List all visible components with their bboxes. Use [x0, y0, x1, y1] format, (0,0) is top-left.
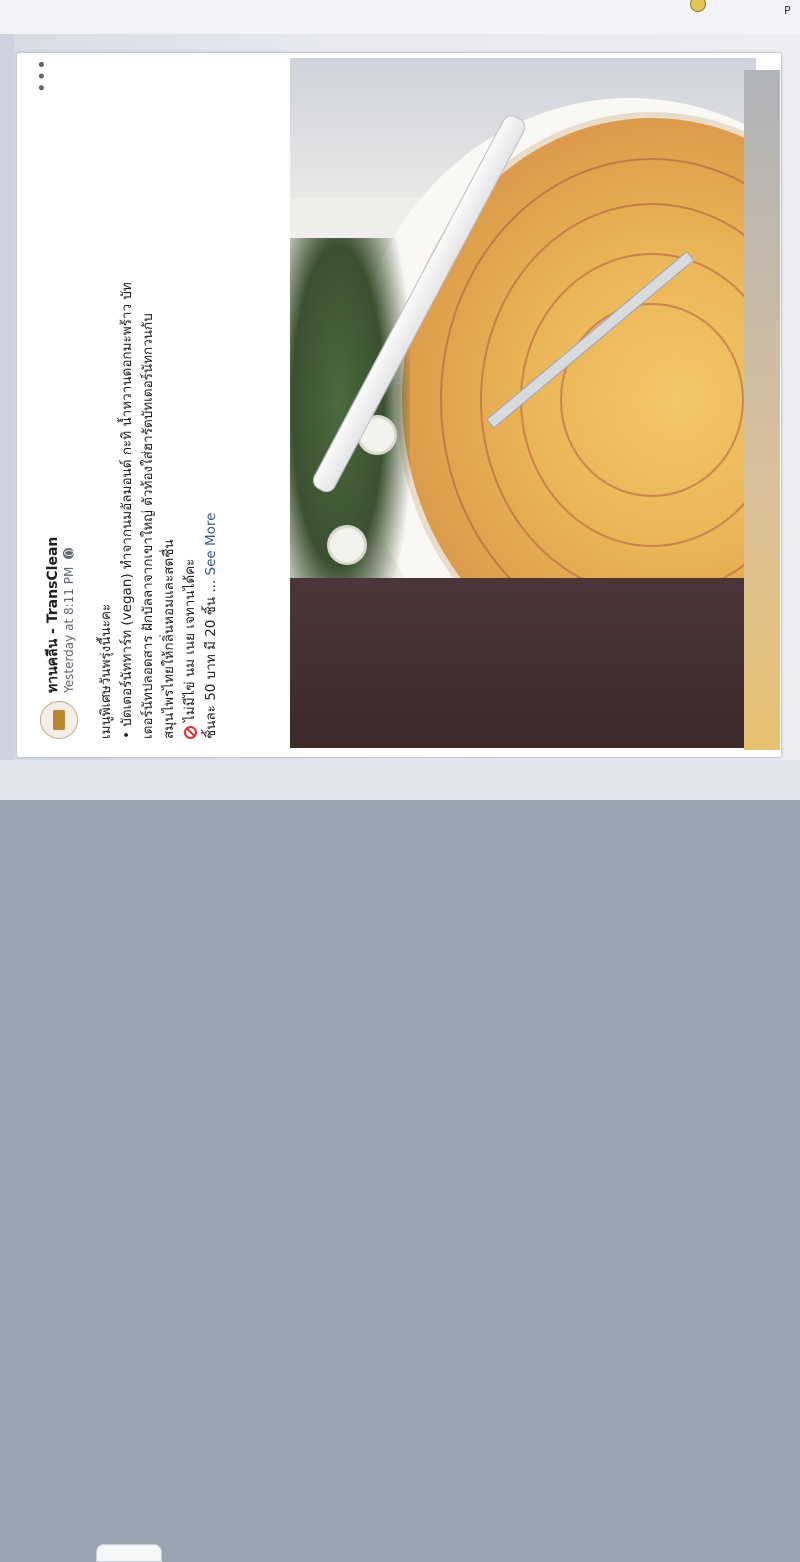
- post-line: เตอร์นัทปลอดสาร ฝักบัลลาจากเขาใหญ่ ตัวท้…: [140, 313, 156, 739]
- photo-wood-table: [290, 578, 756, 748]
- left-edge: [0, 34, 14, 800]
- post-photo[interactable]: [290, 58, 756, 748]
- post-timestamp[interactable]: Yesterday at 8:11 PM: [62, 567, 76, 693]
- photo-thumbnail-strip[interactable]: [744, 70, 780, 750]
- see-more-link[interactable]: See More: [203, 513, 219, 576]
- bottom-tab[interactable]: [96, 1544, 162, 1562]
- post-line: ชิ้นละ 50 บาท มี 20 ชิ้น ...: [203, 579, 219, 739]
- ellipsis-icon[interactable]: •••: [32, 58, 56, 93]
- photo-flower: [330, 528, 364, 562]
- top-corner-text: P: [784, 4, 791, 17]
- bottom-bar: [0, 760, 800, 1562]
- top-bar: P: [0, 0, 800, 34]
- page-avatar[interactable]: [40, 701, 78, 739]
- post-body: เมนูพิเศษวันพรุ่งนี้นะคะ • บัตเตอร์นัททา…: [96, 65, 222, 745]
- prohibited-icon: [184, 726, 197, 739]
- globe-icon: [63, 547, 74, 559]
- page-name[interactable]: ทานคลีน - TransClean: [42, 537, 64, 693]
- post-line: สมุนไพรไทยให้กลิ่นหอมและสดชื่น: [161, 539, 177, 739]
- tart-swirl: [560, 303, 744, 497]
- post-line-with-link: ชิ้นละ 50 บาท มี 20 ชิ้น ... See More: [201, 65, 222, 745]
- post-header: ทานคลีน - TransClean Yesterday at 8:11 P…: [32, 58, 94, 745]
- post-text-block: ทานคลีน - TransClean Yesterday at 8:11 P…: [32, 58, 286, 745]
- post-line-with-icon: ไม่มีไข่ นม เนย เจทานได้คะ: [180, 65, 201, 745]
- post-line: เมนูพิเศษวันพรุ่งนี้นะคะ: [98, 603, 114, 739]
- post-meta: Yesterday at 8:11 PM: [62, 547, 76, 693]
- notification-icon[interactable]: [690, 0, 706, 12]
- post-line: ไม่มีไข่ นม เนย เจทานได้คะ: [182, 558, 198, 722]
- post-line: • บัตเตอร์นัททาร์ท (vegan) ทำจากนมอัลมอน…: [119, 282, 135, 739]
